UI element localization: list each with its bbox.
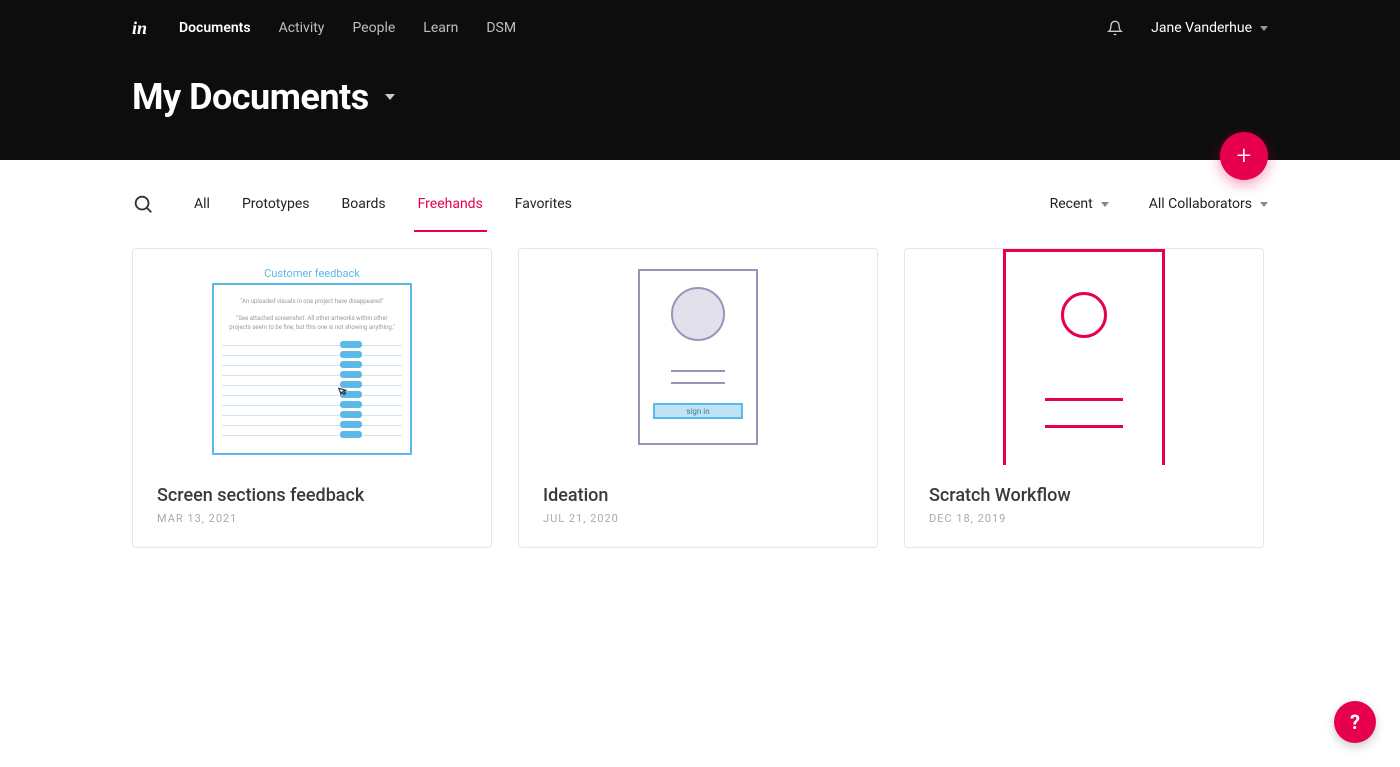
document-date: MAR 13, 2021: [157, 512, 467, 525]
search-icon[interactable]: [132, 193, 154, 215]
nav-learn[interactable]: Learn: [423, 20, 458, 36]
caret-down-icon: [1101, 202, 1109, 207]
top-nav: Documents Activity People Learn DSM: [179, 20, 1107, 36]
invision-logo[interactable]: in: [132, 18, 147, 39]
question-mark-icon: ?: [1350, 710, 1360, 734]
document-thumbnail: sign in: [519, 249, 877, 465]
document-title: Scratch Workflow: [929, 485, 1239, 506]
caret-down-icon: [1260, 26, 1268, 31]
nav-activity[interactable]: Activity: [279, 20, 325, 36]
tab-freehands[interactable]: Freehands: [418, 188, 483, 220]
pointer-cursor-icon: [336, 385, 350, 404]
collaborators-dropdown[interactable]: All Collaborators: [1149, 196, 1268, 212]
document-date: DEC 18, 2019: [929, 512, 1239, 525]
user-menu[interactable]: Jane Vanderhue: [1151, 20, 1268, 36]
tab-all[interactable]: All: [194, 188, 210, 220]
document-grid: Customer feedback "An uploaded visuals i…: [0, 248, 1400, 548]
document-date: JUL 21, 2020: [543, 512, 853, 525]
user-name: Jane Vanderhue: [1151, 20, 1252, 36]
tab-boards[interactable]: Boards: [342, 188, 386, 220]
document-thumbnail: Customer feedback "An uploaded visuals i…: [133, 249, 491, 465]
caret-down-icon: [1260, 202, 1268, 207]
filter-tabs: All Prototypes Boards Freehands Favorite…: [194, 188, 1050, 220]
create-new-button[interactable]: +: [1220, 132, 1268, 180]
document-title: Ideation: [543, 485, 853, 506]
thumb-button-label: sign in: [653, 403, 743, 419]
thumb-quote: "An uploaded visuals in one project have…: [222, 293, 402, 310]
document-card[interactable]: Customer feedback "An uploaded visuals i…: [132, 248, 492, 548]
document-card[interactable]: Scratch Workflow DEC 18, 2019: [904, 248, 1264, 548]
tab-prototypes[interactable]: Prototypes: [242, 188, 310, 220]
nav-people[interactable]: People: [352, 20, 395, 36]
nav-documents[interactable]: Documents: [179, 20, 251, 36]
notifications-bell-icon[interactable]: [1107, 20, 1123, 36]
document-title: Screen sections feedback: [157, 485, 467, 506]
nav-dsm[interactable]: DSM: [486, 20, 516, 36]
document-card[interactable]: sign in Ideation JUL 21, 2020: [518, 248, 878, 548]
sort-dropdown[interactable]: Recent: [1050, 196, 1109, 212]
page-title-dropdown-icon[interactable]: [385, 94, 395, 100]
help-button[interactable]: ?: [1334, 701, 1376, 743]
page-title: My Documents: [132, 76, 369, 118]
sort-label: Recent: [1050, 196, 1093, 212]
collab-label: All Collaborators: [1149, 196, 1252, 212]
tab-favorites[interactable]: Favorites: [515, 188, 572, 220]
thumb-heading: Customer feedback: [214, 267, 410, 280]
plus-icon: +: [1237, 143, 1252, 169]
document-thumbnail: [905, 249, 1263, 465]
thumb-quote: "See attached screenshot. All other artw…: [222, 310, 402, 336]
